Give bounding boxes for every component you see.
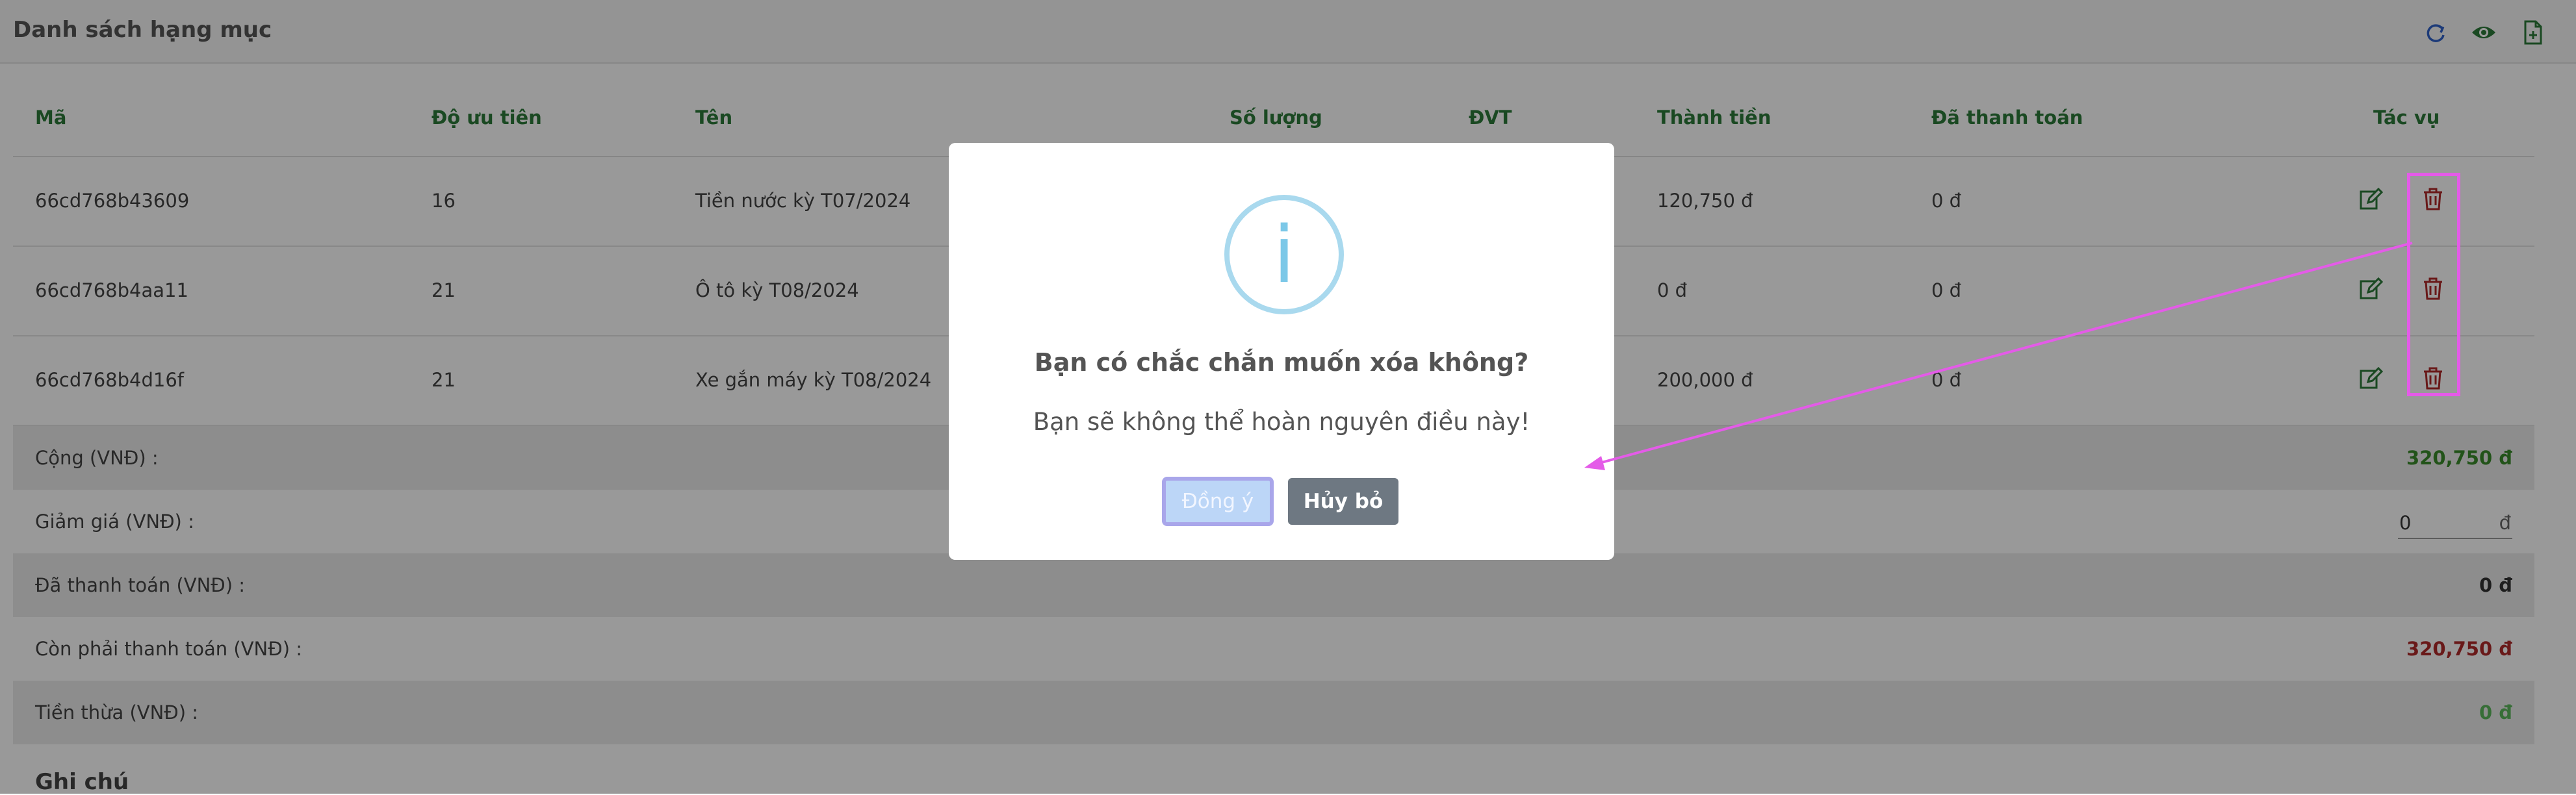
dialog-title: Bạn có chắc chắn muốn xóa không? bbox=[1034, 348, 1529, 377]
dialog-message: Bạn sẽ không thể hoàn nguyên điều này! bbox=[1033, 408, 1530, 436]
info-icon: i bbox=[1224, 195, 1344, 314]
highlight-box bbox=[2407, 173, 2460, 396]
confirm-dialog: i Bạn có chắc chắn muốn xóa không? Bạn s… bbox=[949, 143, 1614, 560]
info-icon-glyph: i bbox=[1273, 210, 1294, 301]
cancel-button[interactable]: Hủy bỏ bbox=[1288, 478, 1398, 525]
confirm-button[interactable]: Đồng ý bbox=[1162, 477, 1274, 526]
